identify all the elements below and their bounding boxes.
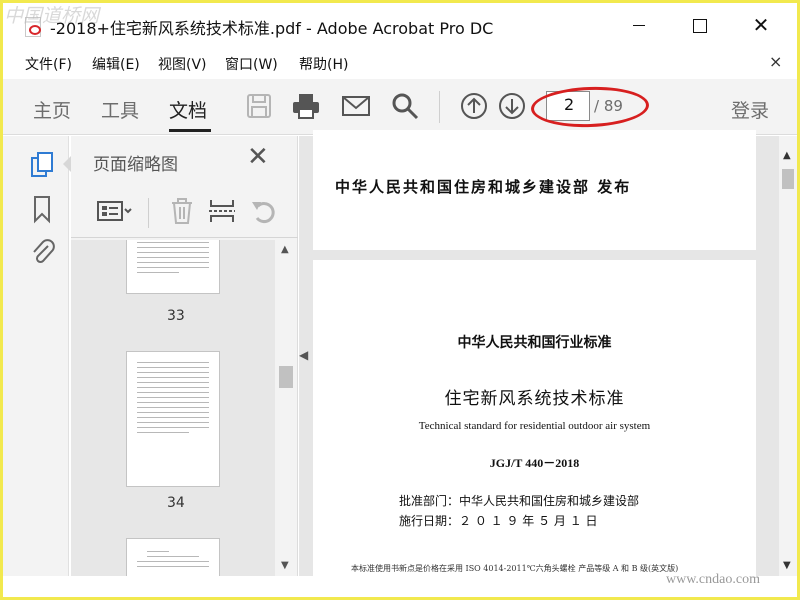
watermark-top: 中国道桥网: [4, 5, 100, 27]
doc-scroll-up-icon[interactable]: ▲: [783, 150, 791, 161]
panel-toolbar: [71, 186, 298, 238]
panel-toolbar-separator: [148, 198, 149, 228]
page-up-icon[interactable]: [459, 91, 489, 121]
print-icon[interactable]: [291, 91, 321, 121]
minimize-button[interactable]: [625, 13, 653, 37]
standard-category: 中华人民共和国行业标准: [457, 335, 612, 351]
thumbnail-list: 33 34: [71, 240, 276, 576]
page-footer-text: 本标准使用书新点是价格在采用 ISO 4014-2011℃六角头螺栓 产品等级 …: [351, 564, 679, 573]
publisher-line: 中华人民共和国住房和城乡建设部 发布: [335, 178, 632, 196]
doc-scrollbar-thumb[interactable]: [782, 169, 794, 189]
standard-title-english: Technical standard for residential outdo…: [418, 420, 651, 432]
close-document-button[interactable]: ×: [769, 52, 782, 71]
scroll-up-icon[interactable]: ▲: [281, 244, 289, 255]
menu-file[interactable]: 文件(F): [25, 54, 72, 74]
panel-title: 页面缩略图: [93, 155, 178, 175]
standard-title: 住宅新风系统技术标准: [444, 389, 625, 409]
bookmarks-icon[interactable]: [29, 194, 57, 224]
doc-scroll-down-icon[interactable]: ▼: [783, 560, 791, 571]
effective-date: 施行日期：２ ０ １ ９ 年 ５ 月 １ 日: [399, 514, 598, 528]
save-icon[interactable]: [244, 91, 274, 121]
thumbnail-panel: 页面缩略图 ✕ 33 34 ▲ ▼: [71, 136, 298, 576]
extract-icon[interactable]: [207, 196, 237, 226]
tab-tools[interactable]: 工具: [101, 96, 139, 123]
collapse-left-icon[interactable]: ◀: [299, 348, 308, 362]
window-title: -2018+住宅新风系统技术标准.pdf - Adobe Acrobat Pro…: [50, 19, 494, 38]
thumbnail-label: 33: [167, 308, 185, 324]
menu-help[interactable]: 帮助(H): [299, 54, 348, 74]
page-thumbnails-icon[interactable]: [29, 150, 57, 180]
menu-bar: 文件(F) 编辑(E) 视图(V) 窗口(W) 帮助(H) ×: [3, 50, 797, 76]
scrollbar-thumb[interactable]: [279, 366, 293, 388]
standard-code: JGJ/T 440－2018: [489, 456, 580, 470]
document-view[interactable]: 中华人民共和国住房和城乡建设部 发布 中华人民共和国行业标准 住宅新风系统技术标…: [299, 130, 779, 590]
maximize-button[interactable]: [686, 13, 714, 37]
watermark-bottom: www.cndao.com: [666, 572, 760, 587]
document-page-2: 中华人民共和国行业标准 住宅新风系统技术标准 Technical standar…: [313, 260, 756, 590]
menu-edit[interactable]: 编辑(E): [92, 54, 140, 74]
delete-icon[interactable]: [167, 196, 197, 226]
navigation-rail: [3, 136, 69, 576]
document-page-1: 中华人民共和国住房和城乡建设部 发布: [313, 130, 756, 250]
thumbnail-page-35[interactable]: [126, 538, 220, 576]
login-button[interactable]: 登录: [731, 96, 769, 123]
page-down-icon[interactable]: [497, 91, 527, 121]
thumbnail-label: 34: [167, 495, 185, 511]
attachments-icon[interactable]: [29, 236, 57, 266]
menu-view[interactable]: 视图(V): [158, 54, 207, 74]
tab-document[interactable]: 文档: [169, 96, 207, 123]
approval-department: 批准部门：中华人民共和国住房和城乡建设部: [399, 494, 640, 508]
thumbnail-page-34[interactable]: [126, 351, 220, 487]
search-icon[interactable]: [390, 91, 420, 121]
main-toolbar: 主页 工具 文档 2 / 89 登录: [3, 79, 797, 135]
close-window-button[interactable]: ✕: [747, 13, 775, 37]
thumbnail-scrollbar[interactable]: ▲ ▼: [275, 240, 297, 576]
document-scrollbar[interactable]: ▲ ▼: [779, 136, 797, 576]
menu-window[interactable]: 窗口(W): [225, 54, 278, 74]
toolbar-separator: [439, 91, 440, 123]
thumbnail-page-33[interactable]: [126, 240, 220, 294]
title-bar: -2018+住宅新风系统技术标准.pdf - Adobe Acrobat Pro…: [3, 3, 797, 48]
scroll-down-icon[interactable]: ▼: [281, 560, 289, 571]
undo-icon[interactable]: [249, 196, 279, 226]
options-icon[interactable]: [96, 196, 132, 226]
tab-home[interactable]: 主页: [33, 96, 71, 123]
email-icon[interactable]: [341, 91, 371, 121]
acrobat-window: -2018+住宅新风系统技术标准.pdf - Adobe Acrobat Pro…: [3, 3, 797, 597]
active-tab-indicator: [169, 129, 211, 132]
close-panel-button[interactable]: ✕: [247, 144, 269, 170]
